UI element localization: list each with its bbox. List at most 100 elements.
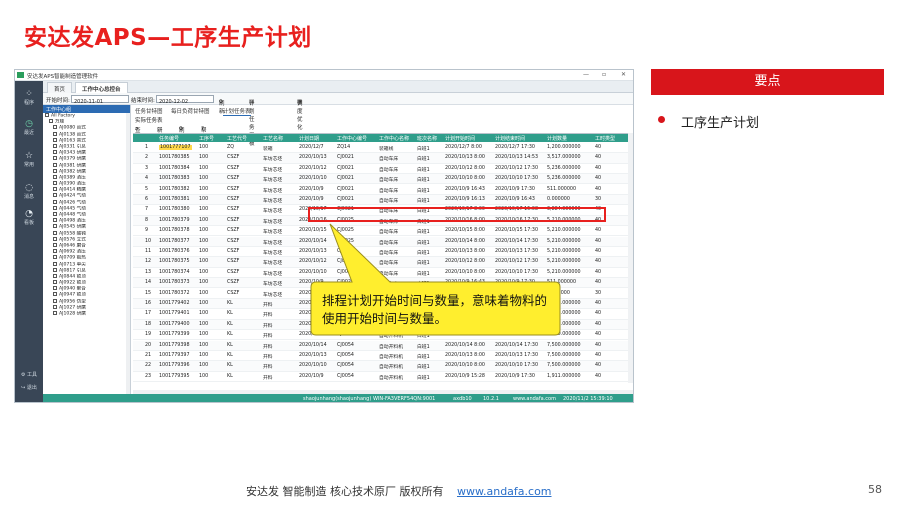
window-titlebar: 安达发APS智能制造管理软件 — ▫ ✕ [15, 70, 633, 81]
grid-vertical-scrollbar[interactable] [628, 133, 633, 383]
tab-home[interactable]: 首页 [47, 82, 73, 93]
tab-actual-task-table[interactable]: 实际任务表 [135, 116, 163, 124]
checkbox-icon[interactable] [53, 156, 57, 161]
checkbox-icon[interactable] [53, 261, 57, 266]
table-row[interactable]: 11 1001780376 100 CSZF 车坊芯坯 2020/10/13 CJ0025 自… [133, 247, 633, 258]
table-row[interactable]: 7 1001780380 100 CSZF 车坊芯坯 2020/10/17 CJ0021 自动… [133, 205, 633, 216]
bullet-text: 工序生产计划 [681, 116, 760, 131]
footer-link[interactable]: www.andafa.com [457, 485, 552, 498]
checkbox-icon[interactable] [53, 224, 57, 229]
table-row[interactable]: 20 1001779398 100 KL 开料 2020/10/14 CJ0054 自动开料机… [133, 340, 633, 351]
table-row[interactable]: 8 1001780379 100 CSZF 车坊芯坯 2020/10/16 CJ0025 自动… [133, 215, 633, 226]
column-header[interactable]: 计划开始时间 [445, 135, 475, 142]
checkbox-icon[interactable] [53, 286, 57, 291]
table-cell: 白班1 [417, 199, 430, 204]
column-header[interactable]: 计划数量 [547, 135, 567, 142]
checkbox-icon[interactable] [53, 249, 57, 254]
maximize-button[interactable]: ▫ [602, 71, 606, 78]
checkbox-icon[interactable] [53, 199, 57, 204]
checkbox-icon[interactable] [53, 162, 57, 167]
checkbox-icon[interactable] [53, 131, 57, 136]
table-row[interactable]: 2 1001780385 100 CSZF 车坊芯坯 2020/10/13 CJ0021 自动… [133, 153, 633, 164]
column-header[interactable]: 工作中心编号 [337, 135, 367, 142]
table-row[interactable]: 10 1001780377 100 CSZF 车坊芯坯 2020/10/14 CJ0025 自… [133, 236, 633, 247]
checkbox-icon[interactable] [53, 273, 57, 278]
table-cell: 白班1 [417, 157, 430, 163]
table-cell: 5,210.000000 [547, 217, 581, 223]
minimize-button[interactable]: — [583, 71, 589, 78]
table-row[interactable]: 21 1001779397 100 KL 开料 2020/10/13 CJ0054 自动开料机… [133, 351, 633, 362]
table-row[interactable]: 1 1001777107 100 ZQ 装箱 2020/12/7 ZQ14 装箱线 白班1 202… [133, 143, 633, 154]
nav-board[interactable]: ◔ 看板 [15, 209, 43, 226]
table-cell: CJ0054 [337, 353, 354, 358]
tab-workcenter-console[interactable]: 工作中心总控台 [75, 82, 128, 93]
column-header[interactable]: 工艺代号 [227, 135, 247, 142]
table-row[interactable]: 19 1001779399 100 KL 开料 2020/10/9 CJ0054 自动开料机 白… [133, 330, 633, 341]
checkbox-icon[interactable] [53, 280, 57, 285]
table-cell: CJ0021 [337, 155, 354, 161]
checkbox-icon[interactable] [53, 181, 57, 186]
table-row[interactable]: 3 1001780384 100 CSZF 车坊芯坯 2020/10/12 CJ0021 自动… [133, 164, 633, 174]
tree-item[interactable]: AJ1028 研磨 [43, 311, 130, 317]
checkbox-icon[interactable] [53, 150, 57, 155]
checkbox-icon[interactable] [53, 212, 57, 216]
column-header[interactable]: 班次名称 [417, 135, 437, 142]
table-cell: 1001780384 [159, 165, 190, 171]
tab-daily-load-gantt[interactable]: 每日负荷甘特图 [171, 107, 210, 115]
column-header[interactable]: 工序号 [199, 135, 214, 142]
column-header[interactable]: 计划结束时间 [495, 135, 525, 142]
checkbox-icon[interactable] [53, 311, 57, 315]
table-row[interactable]: 4 1001780383 100 CSZF 车坊芯坯 2020/10/10 CJ0021 自动… [133, 174, 633, 185]
tree-header: 工作中心组 [43, 105, 130, 113]
nav-favorite[interactable]: ☆ 常用 [15, 151, 43, 168]
end-date-field[interactable]: 2020-12-02 [156, 95, 214, 105]
checkbox-icon[interactable] [53, 255, 57, 260]
table-row[interactable]: 12 1001780375 100 CSZF 车坊芯坯 2020/10/12 CJ0025 自… [133, 257, 633, 268]
close-button[interactable]: ✕ [621, 71, 626, 78]
table-cell: 40 [595, 186, 602, 192]
tree-item-label: AJ0382 研磨 [59, 169, 86, 175]
tree-scrollbar[interactable] [126, 113, 130, 395]
table-row[interactable]: 13 1001780374 100 CSZF 车坊芯坯 2020/10/10 CJ0025 自… [133, 268, 633, 278]
column-header[interactable]: 任务编号 [159, 135, 179, 142]
table-row[interactable]: 23 1001779395 100 KL 开料 2020/10/9 CJ0054 自动开料机 白… [133, 372, 633, 382]
checkbox-icon[interactable] [53, 230, 57, 235]
checkbox-icon[interactable] [53, 174, 57, 179]
checkbox-icon[interactable] [53, 242, 57, 247]
nav-message[interactable]: ◌ 消息 [15, 183, 43, 200]
checkbox-icon[interactable] [53, 218, 57, 223]
checkbox-icon[interactable] [45, 113, 49, 117]
column-header[interactable]: 工作中心名称 [379, 135, 409, 142]
start-date-field[interactable]: 2020-11-01 [71, 95, 129, 105]
table-row[interactable]: 14 1001780373 100 CSZF 车坊芯坯 2020/10/9 CJ0025 自动… [133, 278, 633, 289]
column-header[interactable]: 计划日期 [299, 135, 319, 142]
checkbox-icon[interactable] [53, 205, 57, 210]
column-header[interactable]: 工艺名称 [263, 135, 283, 142]
app-logo-icon [17, 72, 24, 78]
checkbox-icon[interactable] [53, 236, 57, 241]
table-cell: 自动车床 [379, 199, 399, 204]
checkbox-icon[interactable] [53, 298, 57, 303]
checkbox-icon[interactable] [53, 304, 57, 309]
checkbox-icon[interactable] [53, 168, 57, 173]
tree-item-label: AJ0163 普式 [59, 138, 86, 144]
table-row[interactable]: 22 1001779396 100 KL 开料 2020/10/10 CJ0054 自动开料机… [133, 361, 633, 372]
nav-tools[interactable]: ⚙ 工具 [15, 371, 43, 378]
column-header[interactable]: 工时类型 [595, 135, 615, 142]
workcenter-tree: 工作中心组 All Factory 万顺 AJ0080 台式 AJ0138 台式 AJ0… [43, 105, 131, 402]
table-row[interactable]: 6 1001780381 100 CSZF 车坊芯坯 2020/10/9 CJ0021 自动车… [133, 195, 633, 206]
checkbox-icon[interactable] [53, 143, 57, 148]
nav-program[interactable]: ⁘ 程序 [15, 89, 43, 106]
checkbox-icon[interactable] [53, 137, 57, 142]
table-row[interactable]: 5 1001780382 100 CSZF 车坊芯坯 2020/10/9 CJ0021 自动车… [133, 185, 633, 195]
nav-exit[interactable]: ↪ 退出 [15, 384, 43, 391]
checkbox-icon[interactable] [53, 125, 57, 130]
checkbox-icon[interactable] [49, 119, 53, 124]
checkbox-icon[interactable] [53, 267, 57, 272]
nav-recent[interactable]: ◷ 最近 [15, 119, 43, 136]
tab-task-gantt[interactable]: 任务甘特图 [135, 107, 163, 115]
table-row[interactable]: 9 1001780378 100 CSZF 车坊芯坯 2020/10/15 CJ0025 自动… [133, 226, 633, 237]
checkbox-icon[interactable] [53, 292, 57, 297]
checkbox-icon[interactable] [53, 187, 57, 192]
checkbox-icon[interactable] [53, 193, 57, 198]
